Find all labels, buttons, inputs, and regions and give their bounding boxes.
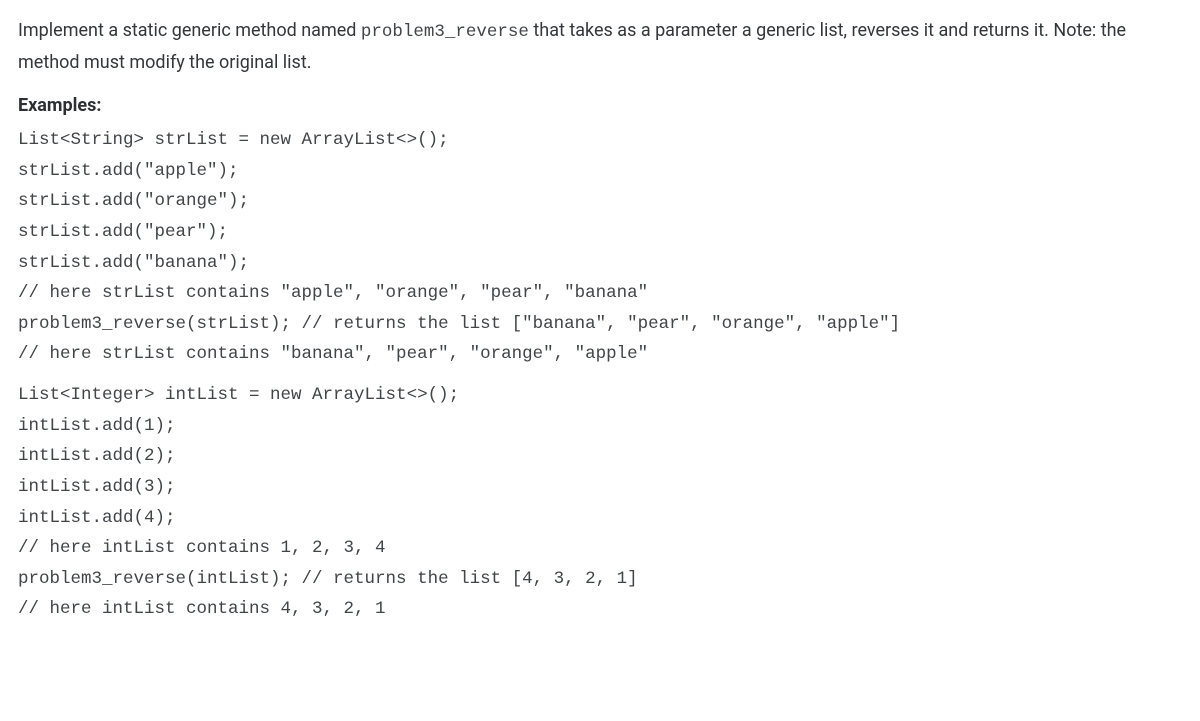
method-name-code: problem3_reverse xyxy=(361,22,529,42)
example-code-block-2: List<Integer> intList = new ArrayList<>(… xyxy=(18,380,1182,625)
examples-heading: Examples: xyxy=(18,91,1182,121)
problem-description: Implement a static generic method named … xyxy=(18,16,1182,77)
example-code-block-1: List<String> strList = new ArrayList<>()… xyxy=(18,125,1182,370)
intro-prefix: Implement a static generic method named xyxy=(18,20,361,41)
